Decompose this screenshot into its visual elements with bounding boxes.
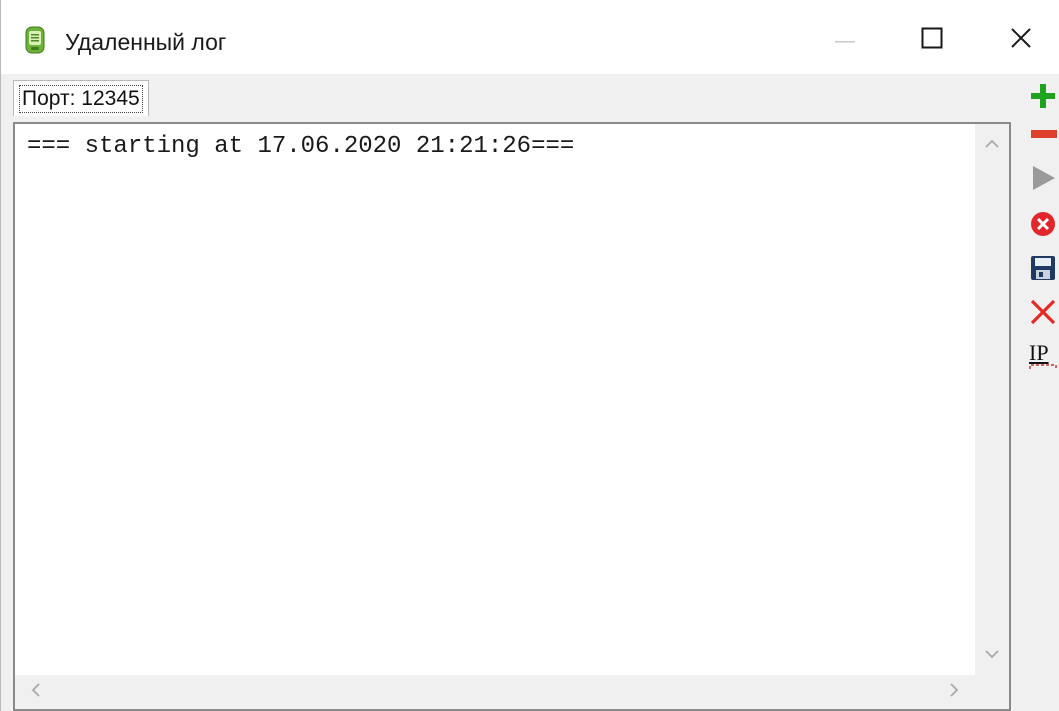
log-output[interactable]: === starting at 17.06.2020 21:21:26===: [13, 122, 1011, 711]
scroll-up-button[interactable]: [977, 130, 1007, 160]
close-button[interactable]: [981, 12, 1059, 68]
minus-icon: [1029, 120, 1057, 153]
scroll-right-button[interactable]: [939, 677, 969, 707]
horizontal-scrollbar[interactable]: [15, 675, 977, 709]
tab-port[interactable]: Порт: 12345: [13, 80, 149, 116]
chevron-up-icon: [984, 136, 1000, 154]
app-log-icon: [25, 26, 45, 54]
close-icon: [1010, 27, 1032, 54]
play-icon: [1029, 164, 1057, 197]
stop-button[interactable]: [1029, 210, 1059, 242]
ip-settings-icon: IP: [1029, 342, 1057, 370]
maximize-button[interactable]: [892, 12, 972, 68]
plus-icon: [1029, 82, 1057, 115]
chevron-right-icon: [949, 682, 959, 703]
log-line: === starting at 17.06.2020 21:21:26===: [27, 133, 575, 160]
delete-x-icon: [1029, 298, 1057, 331]
chevron-left-icon: [31, 682, 41, 703]
client-area: Порт: 12345 === starting at 17.06.2020 2…: [1, 74, 1059, 711]
ip-label: IP: [1029, 340, 1049, 365]
window-title: Удаленный лог: [65, 29, 227, 55]
start-button[interactable]: [1029, 164, 1059, 196]
minimize-icon: [835, 31, 855, 49]
side-toolbar: IP: [1025, 74, 1059, 711]
minimize-button[interactable]: [805, 12, 885, 68]
add-button[interactable]: [1029, 82, 1059, 114]
delete-button[interactable]: [1029, 298, 1059, 330]
scroll-left-button[interactable]: [21, 677, 51, 707]
vertical-scrollbar[interactable]: [975, 124, 1009, 676]
app-window: Удаленный лог Порт: 12345 === starting a…: [0, 0, 1059, 711]
save-button[interactable]: [1029, 254, 1059, 286]
chevron-down-icon: [984, 646, 1000, 664]
scroll-down-button[interactable]: [977, 640, 1007, 670]
title-bar[interactable]: Удаленный лог: [1, 0, 1059, 74]
save-icon: [1029, 254, 1057, 287]
stop-circle-icon: [1029, 210, 1057, 243]
scrollbar-corner: [975, 675, 1009, 709]
remove-button[interactable]: [1029, 120, 1059, 152]
ip-settings-button[interactable]: IP: [1029, 340, 1059, 372]
maximize-icon: [921, 27, 943, 54]
tab-port-label: Порт: 12345: [19, 84, 143, 113]
